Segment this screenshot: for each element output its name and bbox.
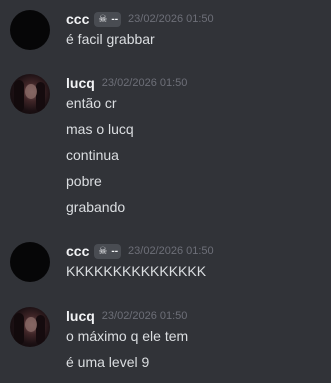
username[interactable]: ccc [66, 243, 89, 259]
server-tag-text: -- [111, 245, 119, 257]
avatar-hair [14, 80, 24, 112]
avatar[interactable] [10, 242, 50, 282]
timestamp[interactable]: 23/02/2026 01:50 [102, 77, 188, 89]
timestamp[interactable]: 23/02/2026 01:50 [128, 13, 214, 25]
username[interactable]: lucq [66, 75, 95, 91]
avatar[interactable] [10, 74, 50, 114]
timestamp[interactable]: 23/02/2026 01:50 [102, 310, 188, 322]
avatar-face [25, 84, 37, 99]
message-header: ccc ☠ -- 23/02/2026 01:50 [66, 10, 214, 28]
message-line: o máximo q ele tem [66, 328, 189, 344]
message-line: pobre [66, 173, 102, 189]
message-line: continua [66, 147, 119, 163]
server-tag-badge[interactable]: ☠ -- [94, 243, 122, 259]
username[interactable]: lucq [66, 308, 95, 324]
skull-icon: ☠ [98, 245, 108, 257]
server-tag-badge[interactable]: ☠ -- [94, 11, 122, 27]
message-line: é facil grabbar [66, 31, 155, 47]
avatar[interactable] [10, 10, 50, 50]
message-header: lucq 23/02/2026 01:50 [66, 74, 187, 92]
chat-message-list: ccc ☠ -- 23/02/2026 01:50 é facil grabba… [0, 0, 331, 383]
message-line: KKKKKKKKKKKKKKK [66, 263, 207, 279]
avatar[interactable] [10, 307, 50, 347]
message-header: lucq 23/02/2026 01:50 [66, 307, 187, 325]
avatar-hair [36, 82, 45, 112]
server-tag-text: -- [111, 13, 119, 25]
username[interactable]: ccc [66, 11, 89, 27]
message-line: mas o lucq [66, 121, 134, 137]
avatar-hair [36, 315, 45, 345]
message-line: então cr [66, 95, 117, 111]
message-line: é uma level 9 [66, 354, 150, 370]
skull-icon: ☠ [98, 13, 108, 25]
timestamp[interactable]: 23/02/2026 01:50 [128, 245, 214, 257]
avatar-face [25, 317, 37, 332]
avatar-hair [14, 313, 24, 345]
message-header: ccc ☠ -- 23/02/2026 01:50 [66, 242, 214, 260]
message-line: grabando [66, 199, 126, 215]
